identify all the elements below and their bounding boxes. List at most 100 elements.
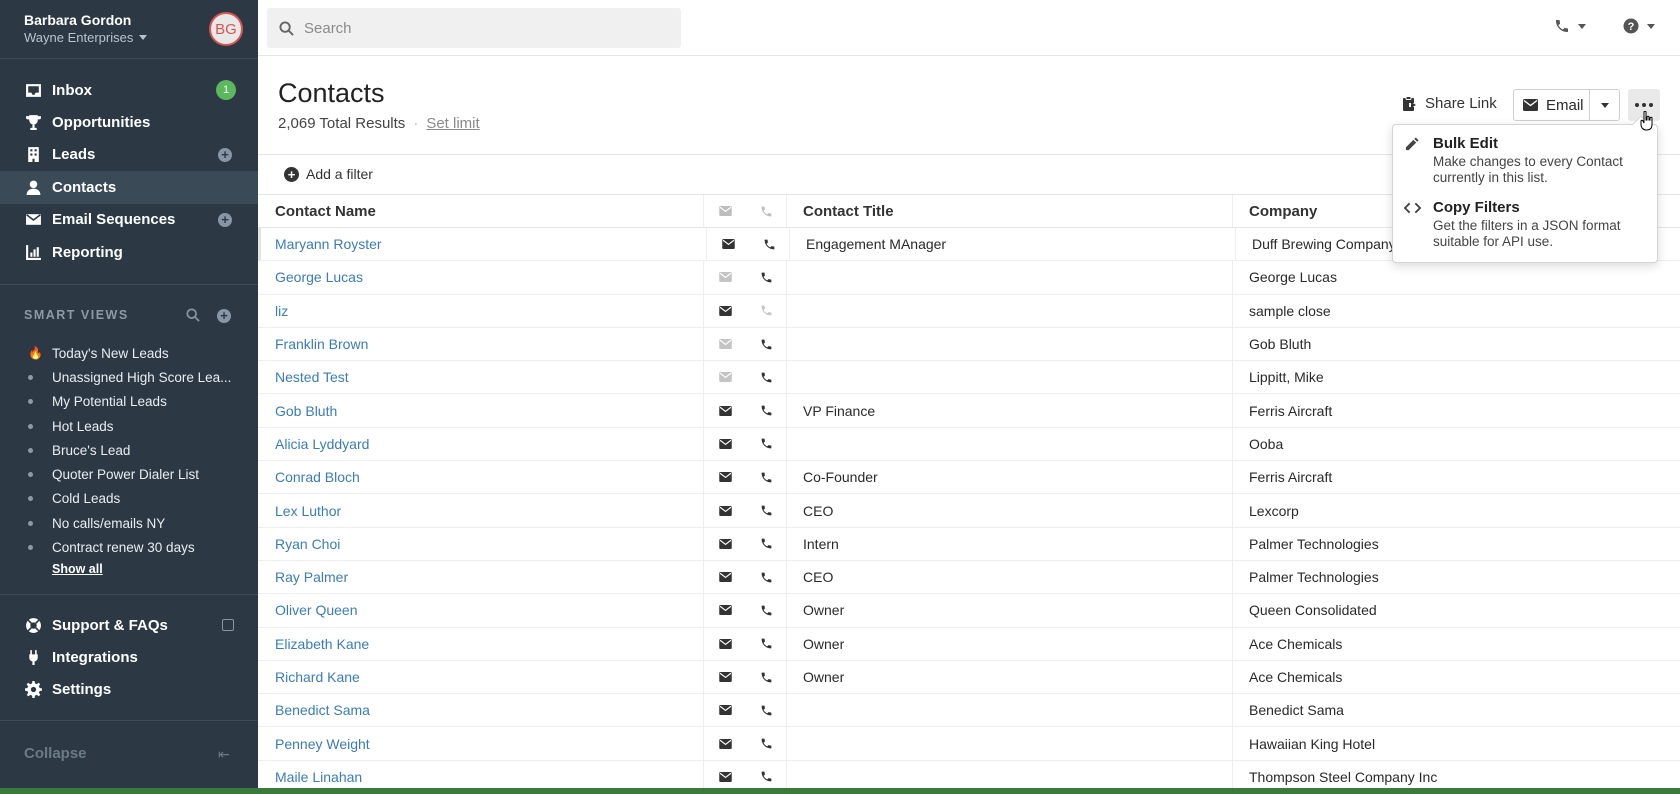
table-row[interactable]: Franklin Brown Gob Bluth [258,327,1680,362]
envelope-icon[interactable] [704,394,746,426]
sidebar-item-email-sequences[interactable]: Email Sequences + [0,204,258,236]
contact-name-link[interactable]: Gob Bluth [275,403,337,419]
table-row[interactable]: Elizabeth Kane Owner Ace Chemicals [258,627,1680,661]
envelope-icon[interactable] [704,594,746,626]
email-button[interactable]: Email [1514,90,1590,120]
collapse-button[interactable]: Collapse [24,745,87,762]
envelope-icon[interactable] [704,461,746,493]
phone-icon[interactable] [749,228,790,261]
menu-item-bulk-edit[interactable]: Bulk Edit Make changes to every Contact … [1393,135,1657,186]
table-row[interactable]: Nested Test Lippitt, Mike [258,361,1680,395]
envelope-icon[interactable] [704,428,746,460]
contact-name-link[interactable]: Penney Weight [275,736,370,752]
table-row[interactable]: Conrad Bloch Co-Founder Ferris Aircraft [258,461,1680,495]
table-row[interactable]: Lex Luthor CEO Lexcorp [258,494,1680,528]
contact-name-link[interactable]: George Lucas [275,269,363,285]
search-input[interactable] [304,19,664,37]
table-row[interactable]: Gob Bluth VP Finance Ferris Aircraft [258,394,1680,428]
table-row[interactable]: Oliver Queen Owner Queen Consolidated [258,594,1680,628]
contact-name-link[interactable]: Elizabeth Kane [275,636,369,652]
sidebar-item-reporting[interactable]: Reporting [0,236,258,268]
smart-view-item[interactable]: No calls/emails NY [24,511,244,535]
contact-name-link[interactable]: Conrad Bloch [275,469,360,485]
add-filter-button[interactable]: + Add a filter [284,166,373,182]
contact-name-link[interactable]: Alicia Lyddyard [275,436,369,452]
envelope-icon[interactable] [704,494,746,526]
show-all-link[interactable]: Show all [52,562,103,576]
smart-view-item[interactable]: Quoter Power Dialer List [24,462,244,486]
envelope-icon[interactable] [704,661,746,693]
phone-icon[interactable] [746,694,787,727]
smart-view-item[interactable]: Unassigned High Score Lea... [24,365,244,389]
contact-name-link[interactable]: Lex Luthor [275,503,341,519]
column-header-name[interactable]: Contact Name [258,195,704,227]
set-limit-link[interactable]: Set limit [426,115,479,132]
phone-icon[interactable] [746,560,787,594]
envelope-icon[interactable] [704,561,746,593]
table-row[interactable]: Ray Palmer CEO Palmer Technologies [258,560,1680,595]
contact-name-link[interactable]: Ray Palmer [275,569,348,585]
search-box[interactable] [267,8,681,48]
smart-view-item[interactable]: Contract renew 30 days [24,535,244,559]
add-icon[interactable]: + [218,212,232,227]
phone-icon[interactable] [746,261,787,294]
phone-icon[interactable] [746,394,787,427]
smart-view-item[interactable]: Bruce's Lead [24,438,244,462]
table-row[interactable]: Alicia Lyddyard Ooba [258,427,1680,462]
phone-icon[interactable] [746,427,787,461]
add-smart-view-icon[interactable]: + [217,309,231,323]
search-icon[interactable] [186,308,200,322]
phone-icon[interactable] [746,527,787,560]
sidebar-item-opportunities[interactable]: Opportunities [0,106,258,138]
table-row[interactable]: liz sample close [258,294,1680,328]
envelope-icon[interactable] [704,328,746,360]
envelope-icon[interactable] [704,694,746,726]
table-row[interactable]: Benedict Sama Benedict Sama [258,694,1680,728]
table-row[interactable]: Ryan Choi Intern Palmer Technologies [258,527,1680,561]
contact-name-link[interactable]: Oliver Queen [275,602,357,618]
avatar[interactable]: BG [209,12,243,46]
column-header-title[interactable]: Contact Title [787,195,1233,227]
phone-icon[interactable] [746,294,787,327]
envelope-icon[interactable] [704,628,746,660]
sidebar-item-settings[interactable]: Settings [0,674,258,706]
collapse-icon[interactable]: ⇤ [218,746,230,763]
phone-menu[interactable] [1554,18,1586,34]
contact-name-link[interactable]: Ryan Choi [275,536,340,552]
envelope-icon[interactable] [704,195,746,227]
sidebar-item-support-faqs[interactable]: Support & FAQs [0,609,258,641]
user-menu[interactable]: Barbara Gordon Wayne Enterprises [24,12,148,45]
smart-view-item[interactable]: Hot Leads [24,414,244,438]
contact-name-link[interactable]: Franklin Brown [275,336,368,352]
phone-icon[interactable] [746,195,787,227]
sidebar-item-inbox[interactable]: Inbox 1 [0,74,258,106]
contact-name-link[interactable]: Nested Test [275,369,349,385]
envelope-icon[interactable] [704,295,746,327]
envelope-icon[interactable] [704,361,746,393]
phone-icon[interactable] [746,727,787,760]
sidebar-item-contacts[interactable]: Contacts [0,171,258,204]
table-row[interactable]: Richard Kane Owner Ace Chemicals [258,660,1680,695]
phone-icon[interactable] [746,594,787,627]
contact-name-link[interactable]: Maryann Royster [275,236,382,252]
envelope-icon[interactable] [707,228,749,260]
email-dropdown-toggle[interactable] [1590,102,1619,108]
phone-icon[interactable] [746,627,787,660]
share-link-button[interactable]: Share Link [1402,95,1497,112]
smart-view-item[interactable]: 🔥 Today's New Leads [24,341,244,365]
phone-icon[interactable] [746,361,787,394]
table-row[interactable]: George Lucas George Lucas [258,261,1680,295]
envelope-icon[interactable] [704,727,746,759]
phone-icon[interactable] [746,327,787,361]
phone-icon[interactable] [746,494,787,527]
contact-name-link[interactable]: liz [275,303,288,319]
contact-name-link[interactable]: Benedict Sama [275,702,370,718]
help-menu[interactable]: ? [1623,18,1655,34]
sidebar-item-integrations[interactable]: Integrations [0,641,258,673]
envelope-icon[interactable] [704,261,746,293]
contact-name-link[interactable]: Maile Linahan [275,769,362,785]
add-icon[interactable]: + [218,147,232,162]
phone-icon[interactable] [746,461,787,494]
phone-icon[interactable] [746,660,787,694]
smart-view-item[interactable]: Cold Leads [24,487,244,511]
